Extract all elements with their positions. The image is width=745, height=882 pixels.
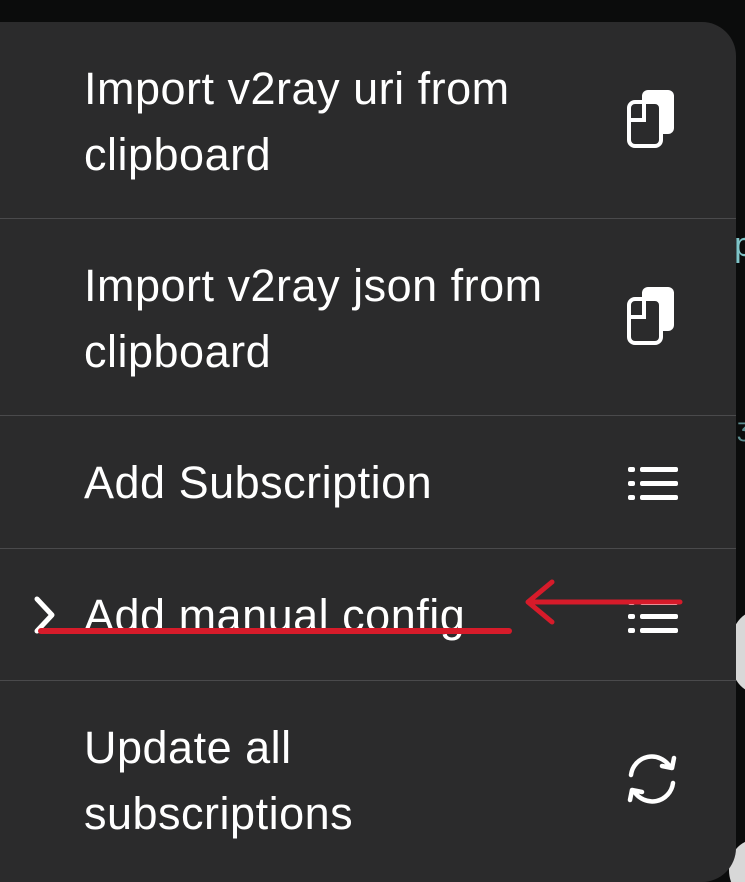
menu-item-label: Add Subscription	[84, 457, 433, 508]
menu-item-label: Import v2ray json from clipboard	[84, 260, 543, 377]
list-icon	[628, 467, 678, 500]
clipboard-copy-icon	[627, 287, 674, 345]
background-text-fragment: ʒ	[736, 412, 745, 442]
menu-item-label: Import v2ray uri from clipboard	[84, 63, 510, 180]
menu-item-label: Add manual config	[84, 590, 466, 641]
refresh-icon	[627, 754, 677, 804]
menu-item-import-json[interactable]: Import v2ray json from clipboard	[0, 219, 736, 415]
clipboard-copy-icon	[627, 90, 674, 148]
annotation-arrow-icon	[525, 579, 683, 625]
menu-item-label: Update all subscriptions	[84, 722, 354, 839]
screen: p ʒ Import v2ray uri from clipboard Impo…	[0, 0, 745, 882]
annotation-underline	[38, 628, 512, 634]
menu-item-add-subscription[interactable]: Add Subscription	[0, 416, 736, 548]
context-menu: Import v2ray uri from clipboard Import v…	[0, 22, 736, 882]
menu-item-update-subscriptions[interactable]: Update all subscriptions	[0, 681, 736, 882]
menu-item-import-uri[interactable]: Import v2ray uri from clipboard	[0, 22, 736, 218]
